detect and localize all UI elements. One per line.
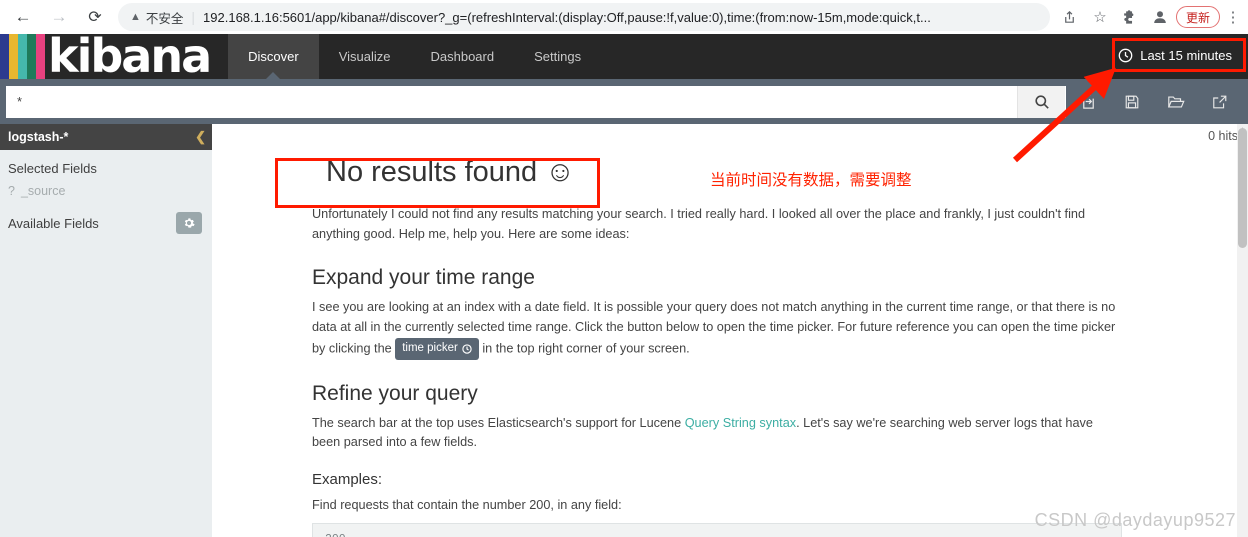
page-scrollbar-thumb[interactable] [1238,128,1247,248]
omnibox-divider: | [191,9,196,25]
section-heading-time-range: Expand your time range [312,266,535,290]
time-picker-label: Last 15 minutes [1140,48,1232,63]
star-icon[interactable]: ☆ [1086,3,1114,31]
search-input[interactable] [7,86,1017,117]
time-picker-chip[interactable]: time picker [395,337,479,360]
intro-paragraph: Unfortunately I could not find any resul… [312,207,1086,241]
index-pattern-label: logstash-* [8,130,69,144]
search-submit-button[interactable] [1017,85,1065,118]
tab-dashboard-label: Dashboard [430,49,495,64]
index-pattern-selector[interactable]: logstash-* ❮ [0,124,212,150]
search-action-buttons [1066,85,1242,119]
external-link-icon [1213,95,1227,108]
save-search-button[interactable] [1110,85,1154,119]
share-icon[interactable] [1056,3,1084,31]
no-results-title-text: No results found [326,156,538,188]
kibana-logo[interactable]: kibana [0,29,212,83]
time-picker-chip-label: time picker [402,341,458,354]
selected-fields-label: Selected Fields [8,161,97,176]
search-icon [1034,94,1049,109]
chevron-left-icon[interactable]: ❮ [195,129,206,145]
refine-text-before: The search bar at the top uses Elasticse… [312,415,685,430]
back-icon[interactable]: ← [8,2,38,32]
search-field-wrapper [6,85,1066,118]
warning-triangle-icon: ▲ [130,10,141,23]
kebab-menu-icon[interactable]: ⋮ [1222,8,1244,26]
csdn-watermark: CSDN @daydayup9527 [1034,510,1236,530]
kibana-wordmark: kibana [48,29,212,83]
section-heading-refine-query: Refine your query [312,381,478,405]
hits-count: 0 hits [1208,129,1238,143]
example-code-block: 200 [312,522,1122,537]
available-fields-label: Available Fields [8,215,99,231]
no-results-title: No results found ☺ [326,156,575,188]
kibana-logo-bars [0,34,45,79]
tab-discover[interactable]: Discover [228,34,319,79]
kibana-nav-tabs: Discover Visualize Dashboard Settings [228,34,601,79]
clock-icon [462,343,472,354]
field-name-label: _source [20,184,66,198]
account-avatar-icon[interactable] [1146,3,1174,31]
no-results-heading-box: No results found ☺ [312,152,589,197]
time-range-paragraph: I see you are looking at an index with a… [312,298,1122,360]
folder-open-icon [1167,95,1185,108]
example-caption: Find requests that contain the number 20… [312,497,622,512]
update-label: 更新 [1185,10,1210,25]
floppy-save-icon [1125,95,1139,108]
examples-heading: Examples: [312,470,383,488]
tab-settings-label: Settings [534,49,582,64]
field-type-icon: ? [8,184,15,198]
new-document-icon [1082,94,1094,109]
clock-icon [1118,48,1133,63]
discover-sidebar: logstash-* ❮ Selected Fields ? _source A… [0,124,212,537]
security-label: 不安全 [145,11,184,26]
address-bar[interactable]: ▲ 不安全 | 192.168.1.16:5601/app/kibana#/di… [118,3,1050,31]
share-search-button[interactable] [1198,85,1242,119]
gear-icon [184,218,195,228]
open-search-button[interactable] [1154,85,1198,119]
tab-settings[interactable]: Settings [514,34,601,79]
time-picker-button[interactable]: Last 15 minutes [1108,42,1242,69]
kibana-top-nav: kibana Discover Visualize Dashboard Sett… [0,29,1248,83]
tab-discover-label: Discover [248,49,299,64]
url-text: 192.168.1.16:5601/app/kibana#/discover?_… [203,9,931,25]
tab-dashboard[interactable]: Dashboard [411,34,515,79]
hits-bar: 0 hits [212,124,1248,152]
time-range-text-after: in the top right corner of your screen. [478,341,690,356]
update-button[interactable]: 更新 [1175,6,1220,28]
refine-query-paragraph: The search bar at the top uses Elasticse… [312,414,1122,453]
forward-icon[interactable]: → [44,2,74,32]
puzzle-piece-icon[interactable] [1116,3,1144,31]
field-settings-button[interactable] [176,212,202,234]
lucene-query-string-link[interactable]: Query String syntax [685,416,796,430]
neutral-face-icon: ☺ [545,156,575,188]
available-fields-heading: Available Fields [0,202,212,238]
tab-visualize[interactable]: Visualize [319,34,411,79]
screenshot-root: ← → ⟳ ▲ 不安全 | 192.168.1.16:5601/app/kiba… [0,0,1248,537]
annotation-chinese-note: 当前时间没有数据，需要调整 [710,171,912,189]
kibana-search-bar [0,79,1248,124]
sidebar-field-source[interactable]: ? _source [0,180,212,202]
new-search-button[interactable] [1066,85,1110,119]
tab-visualize-label: Visualize [338,49,391,64]
no-results-panel: No results found ☺ Unfortunately I could… [212,152,1248,537]
reload-icon[interactable]: ⟳ [80,2,110,32]
selected-fields-heading: Selected Fields [0,150,212,180]
